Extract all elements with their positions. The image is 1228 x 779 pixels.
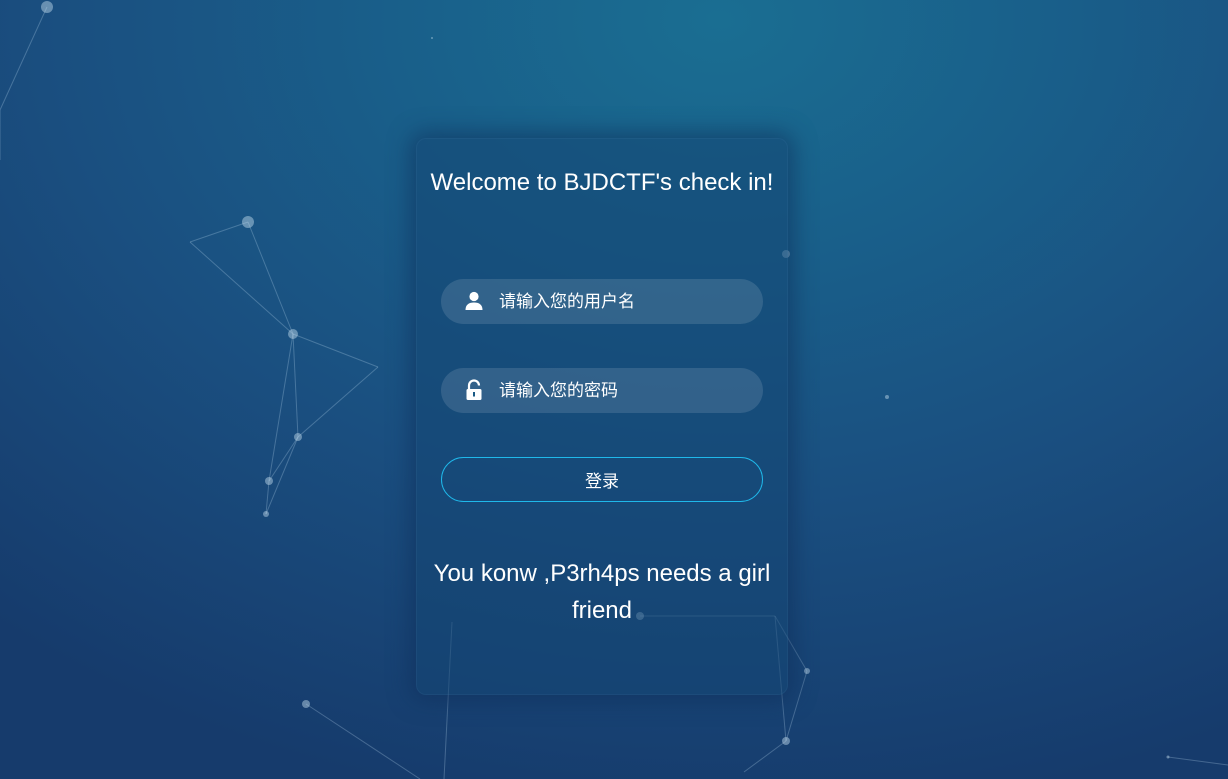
login-button[interactable]: 登录 <box>441 457 763 502</box>
hint-message: You konw ,P3rh4ps needs a girl friend <box>433 560 771 624</box>
user-icon <box>465 291 483 310</box>
page-title: Welcome to BJDCTF's check in! <box>430 169 774 196</box>
unlock-icon <box>466 379 482 400</box>
login-card: Welcome to BJDCTF's check in! 登录 You kon… <box>416 138 788 695</box>
username-field[interactable] <box>441 279 763 324</box>
password-field[interactable] <box>441 368 763 413</box>
password-input[interactable] <box>499 368 749 413</box>
username-input[interactable] <box>499 279 749 324</box>
